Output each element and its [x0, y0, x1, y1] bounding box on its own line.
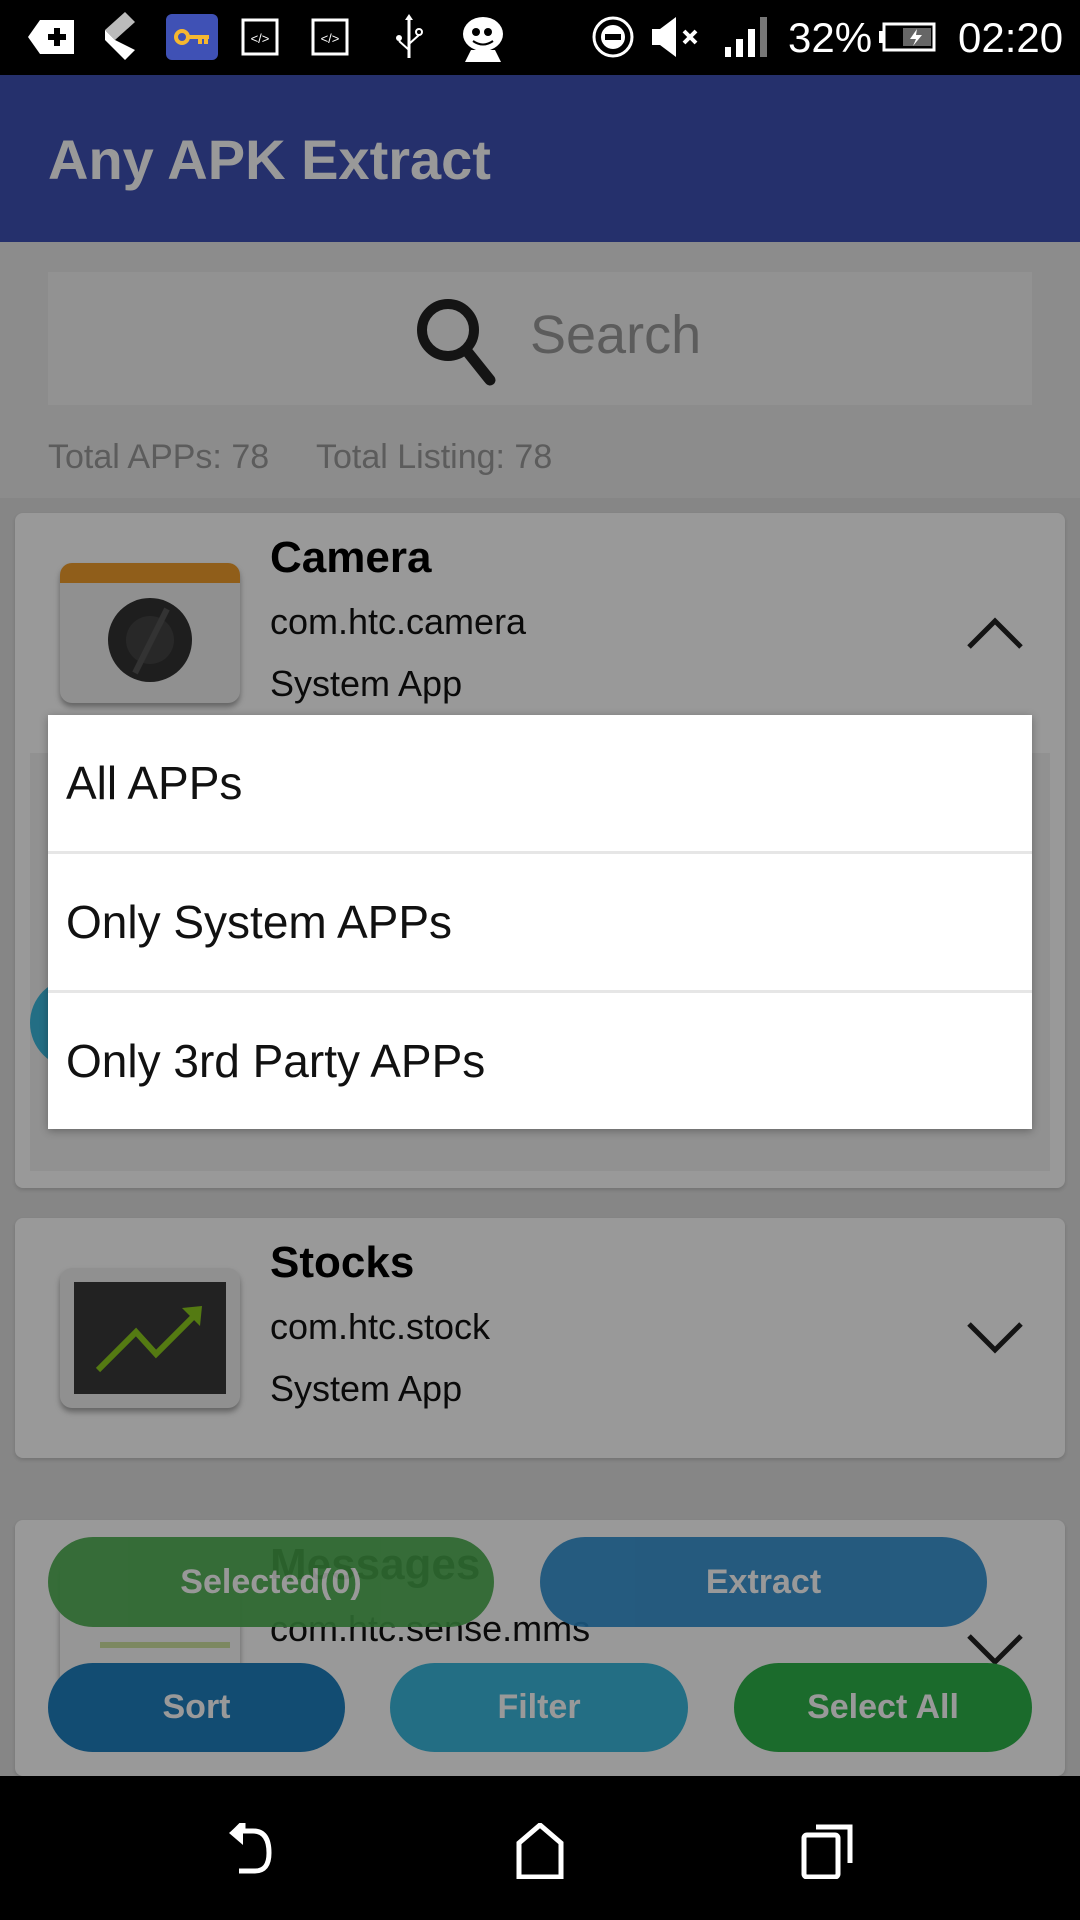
usb-icon — [390, 14, 430, 60]
filter-option-third-party-apps[interactable]: Only 3rd Party APPs — [48, 993, 1032, 1129]
do-not-disturb-icon — [590, 14, 636, 60]
status-bar: </> </> 32% 02:20 — [0, 0, 1080, 75]
battery-charging-icon — [878, 14, 938, 60]
developer-code-icon: </> — [310, 14, 350, 60]
recents-icon[interactable] — [793, 1816, 863, 1886]
mascot-app-icon — [455, 14, 511, 62]
filter-dropdown-menu: All APPs Only System APPs Only 3rd Party… — [48, 715, 1032, 1129]
clock: 02:20 — [958, 14, 1064, 61]
svg-text:</>: </> — [251, 31, 270, 46]
home-icon[interactable] — [505, 1816, 575, 1886]
sideloader-icon — [100, 12, 140, 60]
add-tag-icon — [28, 14, 74, 60]
filter-option-system-apps[interactable]: Only System APPs — [48, 854, 1032, 993]
volume-muted-icon — [650, 14, 706, 60]
developer-code-icon: </> — [240, 14, 280, 60]
cell-signal-icon — [722, 14, 772, 60]
vpn-key-icon — [166, 14, 218, 60]
navigation-bar — [0, 1776, 1080, 1920]
svg-text:</>: </> — [321, 31, 340, 46]
filter-option-all-apps[interactable]: All APPs — [48, 715, 1032, 854]
battery-percent: 32% — [788, 14, 873, 61]
back-icon[interactable] — [218, 1816, 288, 1886]
